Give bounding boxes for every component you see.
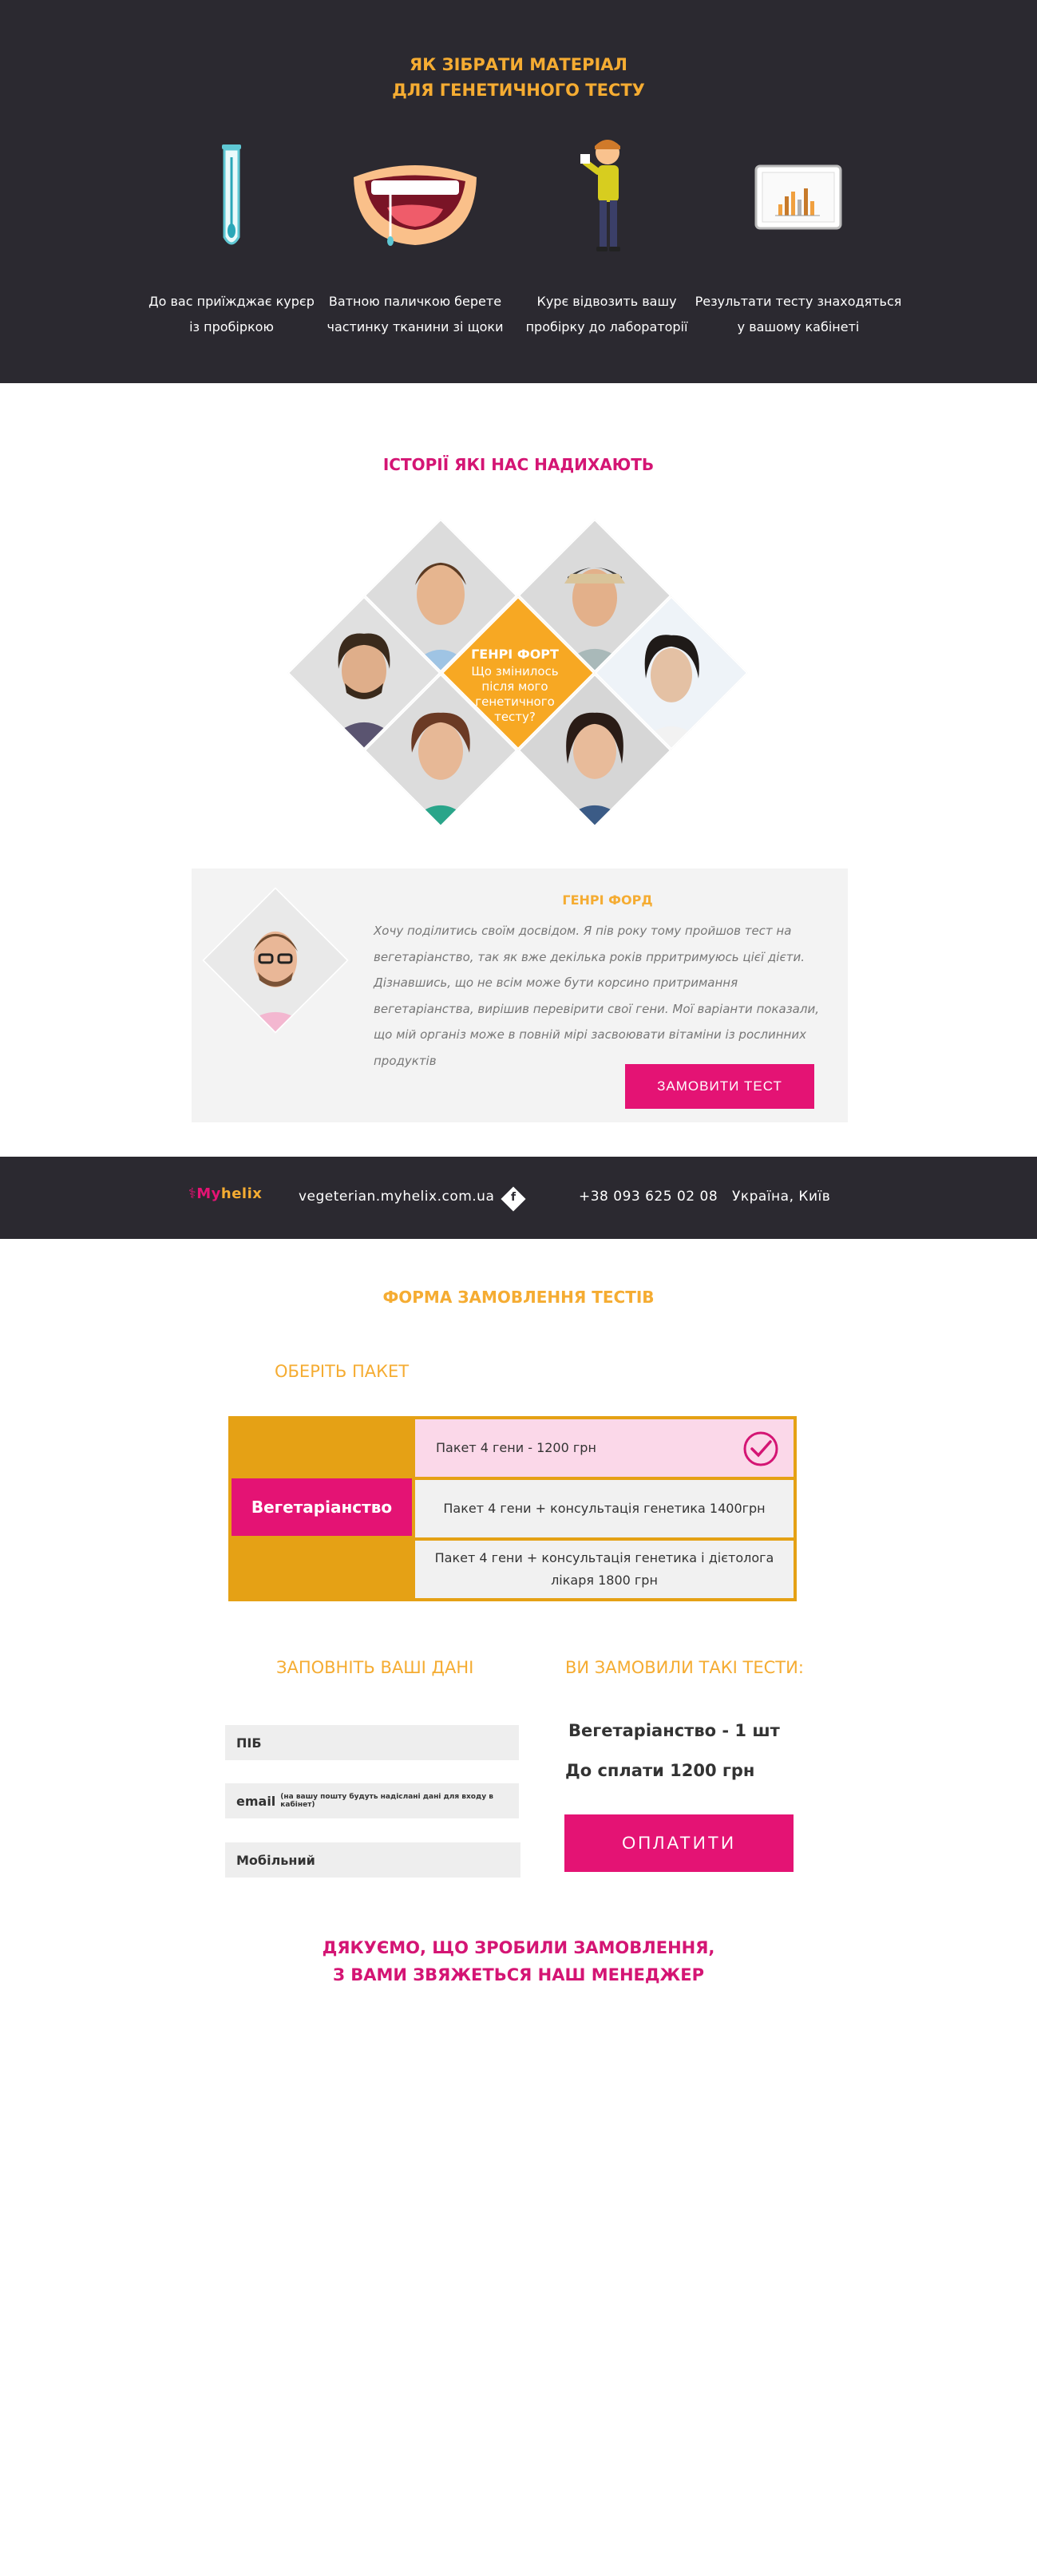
testimonial-name: ГЕНРІ ФОРД [562,892,653,908]
testimonial-card: ГЕНРІ ФОРД Хочу поділитись своїм досвідо… [192,869,848,1122]
phone-field[interactable]: Мобільний [225,1842,520,1878]
amount-to-pay: До сплати 1200 грн [565,1761,755,1780]
contact-bar: ⚕Myhelix vegeterian.myhelix.com.ua f +38… [0,1157,1037,1239]
order-form-title: ФОРМА ЗАМОВЛЕННЯ ТЕСТІВ [382,1288,655,1307]
package-option-1-label: Пакет 4 гени - 1200 грн [436,1440,596,1455]
step3-line1: Курє відвозить вашу [536,294,677,309]
testimonial-photo [202,887,349,1034]
order-test-button[interactable]: ЗАМОВИТИ ТЕСТ [625,1064,814,1109]
how-title-line2: ДЛЯ ГЕНЕТИЧНОГО ТЕСТУ [392,81,645,100]
step3-line2: пробірку до лабораторії [525,319,688,334]
step4-line2: у вашому кабінеті [737,319,860,334]
person-avatar-icon [202,888,349,1034]
category-vegetarian[interactable]: Вегетаріанство [232,1478,412,1536]
mouth-swab-icon [303,137,527,257]
thank-you-line2: З ВАМИ ЗВЯЖЕТЬСЯ НАШ МЕНЕДЖЕР [332,1965,705,1984]
checkmark-icon [743,1431,778,1466]
logo-icon: ⚕ [188,1185,197,1202]
logo[interactable]: ⚕Myhelix [188,1185,262,1202]
fill-data-title: ЗАПОВНІТЬ ВАШІ ДАНІ [276,1658,474,1677]
email-field-hint: (на вашу пошту будуть надіслані дані для… [280,1793,493,1809]
story-center-caption[interactable]: ГЕНРІ ФОРТ Що змінилось після мого генет… [459,647,571,725]
ordered-item: Вегетаріанство - 1 шт [568,1721,780,1740]
name-field-placeholder: ПІБ [236,1735,262,1751]
story-center-question: Що змінилось після мого генетичного тест… [471,664,559,724]
courier-icon [495,137,718,257]
email-field-placeholder: email [236,1793,276,1809]
package-option-2-label: Пакет 4 гени + консультація генетика 140… [443,1501,766,1516]
how-to-section: ЯК ЗІБРАТИ МАТЕРІАЛ ДЛЯ ГЕНЕТИЧНОГО ТЕСТ… [0,0,1037,383]
site-link[interactable]: vegeterian.myhelix.com.ua [299,1189,494,1205]
step2-line2: частинку тканини зі щоки [327,319,504,334]
testimonial-text: Хочу поділитись своїм досвідом. Я пів ро… [374,924,819,1068]
package-option-3[interactable]: Пакет 4 гени + консультація генетика і д… [415,1541,794,1598]
thank-you-line1: ДЯКУЄМО, ЩО ЗРОБИЛИ ЗАМОВЛЕННЯ, [322,1938,715,1957]
location: Україна, Київ [732,1189,831,1205]
package-option-3-label: Пакет 4 гени + консультація генетика і д… [434,1550,774,1588]
phone-field-placeholder: Мобільний [236,1852,315,1868]
facebook-letter: f [510,1191,517,1204]
pay-button[interactable]: ОПЛАТИТИ [564,1814,794,1872]
results-chart-icon [687,137,910,257]
step-lab-delivery: Курє відвозить вашу пробірку до лаборато… [495,140,718,340]
thank-you-message: ДЯКУЄМО, ЩО ЗРОБИЛИ ЗАМОВЛЕННЯ, З ВАМИ З… [0,1934,1037,1988]
step2-line1: Ватною паличкою берете [328,294,502,309]
step-results: Результати тесту знаходяться у вашому ка… [687,164,910,340]
phone-number[interactable]: +38 093 625 02 08 [579,1189,718,1205]
ordered-tests-title: ВИ ЗАМОВИЛИ ТАКІ ТЕСТИ: [565,1658,804,1677]
logo-prefix: My [196,1185,221,1202]
logo-suffix: helix [220,1185,263,1202]
email-field[interactable]: email (на вашу пошту будуть надіслані дан… [225,1783,519,1818]
package-option-2[interactable]: Пакет 4 гени + консультація генетика 140… [415,1480,794,1537]
step-cheek-swab: Ватною паличкою берете частинку тканини … [303,165,527,340]
choose-package-title: ОБЕРІТЬ ПАКЕТ [275,1362,410,1381]
story-center-name: ГЕНРІ ФОРТ [471,647,559,662]
step4-line1: Результати тесту знаходяться [695,294,902,309]
stories-title: ІСТОРІЇ ЯКІ НАС НАДИХАЮТЬ [382,455,655,474]
package-option-1[interactable]: Пакет 4 гени - 1200 грн [415,1419,794,1477]
package-table: Вегетаріанство Пакет 4 гени - 1200 грн П… [228,1416,797,1601]
name-field[interactable]: ПІБ [225,1725,519,1760]
